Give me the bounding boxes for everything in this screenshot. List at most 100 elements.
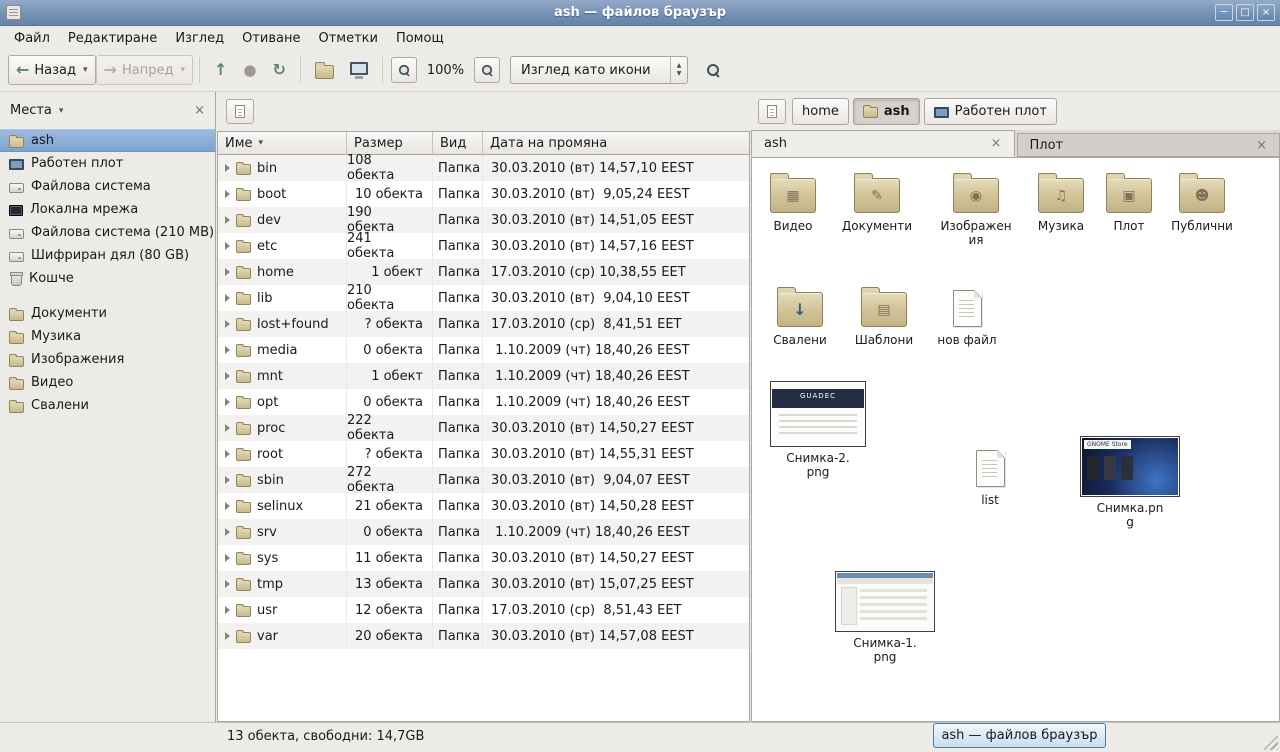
expander-icon[interactable] (225, 294, 230, 302)
location-toggle-button[interactable] (758, 99, 786, 124)
sidebar-item[interactable]: Видео (0, 371, 215, 394)
expander-icon[interactable] (225, 528, 230, 536)
expander-icon[interactable] (225, 554, 230, 562)
table-row[interactable]: var20 обектаПапка30.03.2010 (вт) 14,57,0… (218, 623, 749, 649)
table-row[interactable]: bin108 обектаПапка30.03.2010 (вт) 14,57,… (218, 155, 749, 181)
expander-icon[interactable] (225, 398, 230, 406)
reload-button[interactable]: ↻ (264, 55, 293, 85)
table-row[interactable]: proc222 обектаПапка30.03.2010 (вт) 14,50… (218, 415, 749, 441)
table-row[interactable]: boot10 обектаПапка30.03.2010 (вт) 9,05,2… (218, 181, 749, 207)
resize-grip[interactable] (1263, 735, 1278, 750)
stop-button[interactable]: ● (235, 55, 264, 85)
file-icon[interactable]: ▣Плот (1093, 163, 1165, 233)
computer-button[interactable] (342, 55, 376, 85)
table-row[interactable]: usr12 обектаПапка17.03.2010 (ср) 8,51,43… (218, 597, 749, 623)
expander-icon[interactable] (225, 164, 230, 172)
menu-item[interactable]: Редактиране (59, 28, 166, 49)
table-row[interactable]: lost+found? обектаПапка17.03.2010 (ср) 8… (218, 311, 749, 337)
forward-button[interactable]: → Напред ▾ (96, 55, 193, 85)
expander-icon[interactable] (225, 606, 230, 614)
expander-icon[interactable] (225, 632, 230, 640)
table-row[interactable]: sbin272 обектаПапка30.03.2010 (вт) 9,04,… (218, 467, 749, 493)
expander-icon[interactable] (225, 216, 230, 224)
expander-icon[interactable] (225, 320, 230, 328)
file-icon[interactable]: GNOME StoreСнимка.png (1075, 436, 1185, 530)
menu-item[interactable]: Изглед (166, 28, 233, 49)
file-icon[interactable]: ✎Документи (841, 163, 913, 233)
table-row[interactable]: etc241 обектаПапка30.03.2010 (вт) 14,57,… (218, 233, 749, 259)
table-row[interactable]: dev190 обектаПапка30.03.2010 (вт) 14,51,… (218, 207, 749, 233)
search-button[interactable] (698, 55, 728, 85)
menu-item[interactable]: Отиване (233, 28, 309, 49)
expander-icon[interactable] (225, 424, 230, 432)
column-header[interactable]: Дата на промяна (483, 132, 749, 155)
zoom-out-button[interactable] (391, 57, 417, 83)
spinner-arrows-icon[interactable]: ▲▼ (670, 57, 687, 83)
maximize-button[interactable]: □ (1236, 4, 1254, 21)
sidebar-item[interactable]: Файлова система (0, 175, 215, 198)
back-button[interactable]: ← Назад ▾ (8, 55, 96, 85)
expander-icon[interactable] (225, 190, 230, 198)
table-row[interactable]: mnt1 обектПапка 1.10.2009 (чт) 18,40,26 … (218, 363, 749, 389)
sidebar-item[interactable]: Файлова система (210 MB) (0, 221, 215, 244)
column-header[interactable]: Име▾ (218, 132, 347, 155)
menu-item[interactable]: Отметки (309, 28, 386, 49)
location-toggle-button[interactable] (226, 99, 254, 124)
table-row[interactable]: sys11 обектаПапка30.03.2010 (вт) 14,50,2… (218, 545, 749, 571)
tab[interactable]: ash× (751, 130, 1015, 157)
sidebar-item[interactable]: Кошче (0, 267, 215, 290)
table-row[interactable]: home1 обектПапка17.03.2010 (ср) 10,38,55… (218, 259, 749, 285)
expander-icon[interactable] (225, 476, 230, 484)
table-row[interactable]: lib210 обектаПапка30.03.2010 (вт) 9,04,1… (218, 285, 749, 311)
view-mode-select[interactable]: Изглед като икони ▲▼ (510, 56, 688, 84)
places-dropdown-icon[interactable]: ▾ (59, 106, 64, 116)
table-row[interactable]: root? обектаПапка30.03.2010 (вт) 14,55,3… (218, 441, 749, 467)
taskbar-window-button[interactable]: ash — файлов браузър (933, 723, 1106, 748)
close-button[interactable]: × (1257, 4, 1275, 21)
sidebar-item[interactable]: Локална мрежа (0, 198, 215, 221)
expander-icon[interactable] (225, 268, 230, 276)
tab-close-icon[interactable]: × (991, 136, 1002, 151)
menu-item[interactable]: Помощ (387, 28, 453, 49)
sidebar-close-icon[interactable]: × (194, 103, 205, 118)
file-icon[interactable]: ↓Свалени (764, 277, 836, 347)
file-icon[interactable]: ▤Шаблони (848, 277, 920, 347)
path-button[interactable]: ash (853, 98, 920, 125)
expander-icon[interactable] (225, 450, 230, 458)
titlebar[interactable]: ash — файлов браузър ─ □ × (0, 0, 1280, 26)
table-row[interactable]: opt0 обектаПапка 1.10.2009 (чт) 18,40,26… (218, 389, 749, 415)
back-dropdown-icon[interactable]: ▾ (83, 65, 88, 75)
file-icon[interactable]: Снимка-1.png (830, 571, 940, 665)
zoom-in-button[interactable] (474, 57, 500, 83)
file-icon[interactable]: ◉Изображения (938, 163, 1014, 248)
sidebar-item[interactable]: Документи (0, 302, 215, 325)
file-icon[interactable]: ▦Видео (757, 163, 829, 233)
sidebar-item[interactable]: Изображения (0, 348, 215, 371)
table-row[interactable]: srv0 обектаПапка 1.10.2009 (чт) 18,40,26… (218, 519, 749, 545)
file-icon[interactable]: ☻Публични (1166, 163, 1238, 233)
menu-item[interactable]: Файл (5, 28, 59, 49)
column-header[interactable]: Вид (433, 132, 483, 155)
expander-icon[interactable] (225, 502, 230, 510)
tab-close-icon[interactable]: × (1256, 138, 1267, 153)
column-header[interactable]: Размер (347, 132, 433, 155)
home-button[interactable] (307, 55, 342, 85)
icon-view[interactable]: ▦Видео✎Документи ◉Изображения♫Музика▣Плот… (751, 157, 1280, 722)
file-icon[interactable]: нов файл (931, 277, 1003, 347)
table-row[interactable]: media0 обектаПапка 1.10.2009 (чт) 18,40,… (218, 337, 749, 363)
up-button[interactable]: ↑ (206, 55, 235, 85)
path-button[interactable]: Работен плот (924, 98, 1057, 125)
sidebar-item[interactable]: Шифриран дял (80 GB) (0, 244, 215, 267)
path-button[interactable]: home (792, 98, 849, 125)
sidebar-item[interactable]: ash (0, 129, 215, 152)
sidebar-item[interactable]: Свалени (0, 394, 215, 417)
sidebar-item[interactable]: Музика (0, 325, 215, 348)
table-row[interactable]: tmp13 обектаПапка30.03.2010 (вт) 15,07,2… (218, 571, 749, 597)
file-icon[interactable]: ♫Музика (1025, 163, 1097, 233)
minimize-button[interactable]: ─ (1215, 4, 1233, 21)
expander-icon[interactable] (225, 372, 230, 380)
tab[interactable]: Плот× (1017, 133, 1280, 157)
table-row[interactable]: selinux21 обектаПапка30.03.2010 (вт) 14,… (218, 493, 749, 519)
file-icon[interactable]: list (954, 437, 1026, 507)
file-icon[interactable]: GUADECСнимка-2.png (763, 381, 873, 480)
